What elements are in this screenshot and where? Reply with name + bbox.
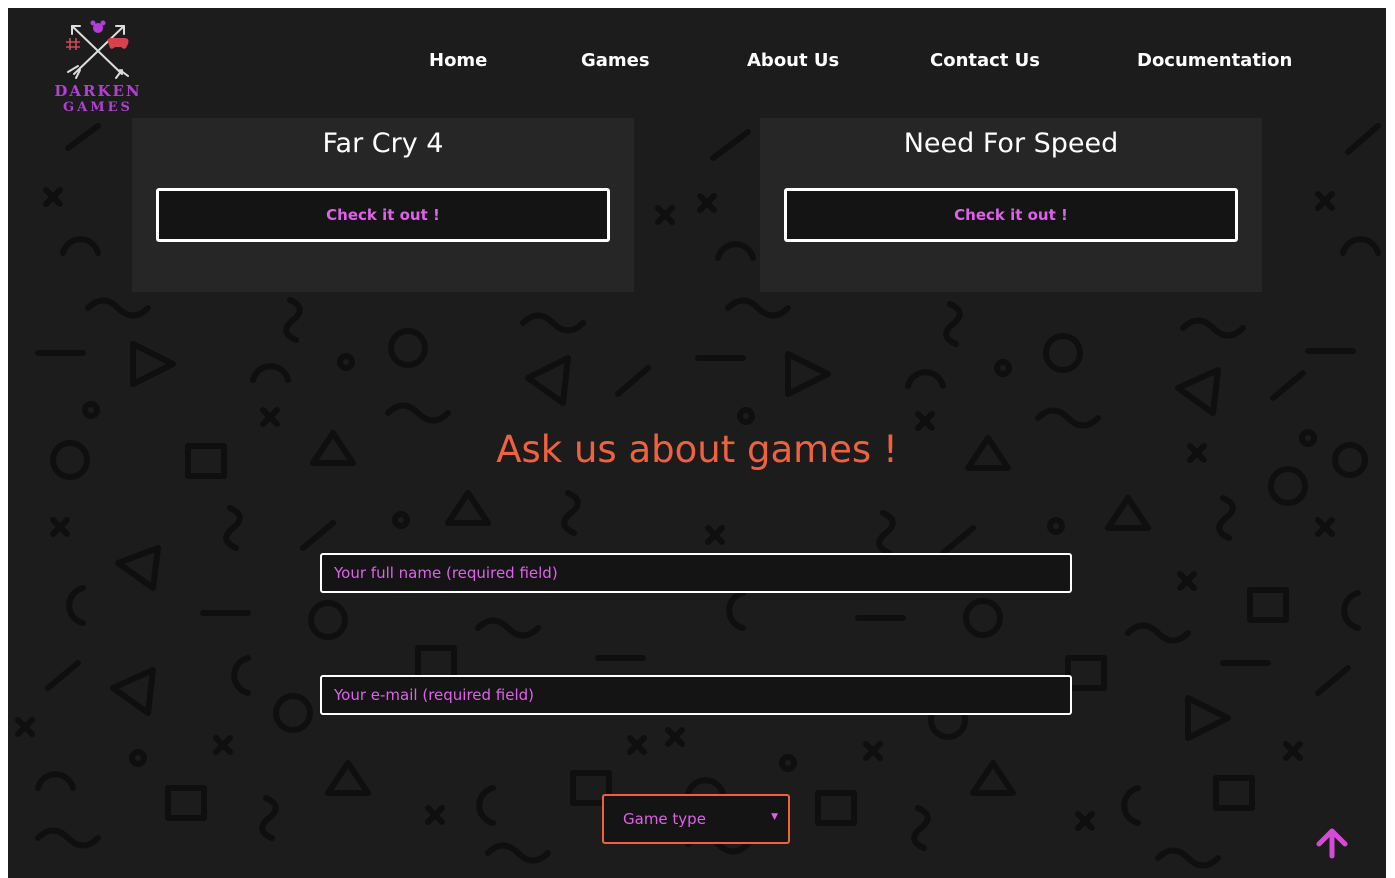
- brand-logo[interactable]: DARKEN GAMES: [48, 20, 148, 115]
- check-it-out-button[interactable]: Check it out !: [156, 188, 610, 242]
- brand-name-line2: GAMES: [63, 100, 133, 115]
- nav-contact-us[interactable]: Contact Us: [930, 50, 1040, 71]
- full-name-input[interactable]: [320, 553, 1072, 593]
- caret-down-icon: ▼: [771, 812, 778, 822]
- back-to-top-button[interactable]: [1314, 826, 1350, 860]
- email-input[interactable]: [320, 675, 1072, 715]
- game-card-need-for-speed: Need For Speed Check it out !: [760, 118, 1262, 292]
- game-card-title: Need For Speed: [903, 128, 1119, 159]
- arrow-up-icon: [1316, 828, 1348, 859]
- game-type-select[interactable]: Game type ▼: [602, 794, 790, 844]
- game-type-selected-value: Game type: [623, 810, 706, 828]
- nav-about-us[interactable]: About Us: [747, 50, 839, 71]
- nav-home[interactable]: Home: [429, 50, 487, 71]
- page: DARKEN GAMES Home Games About Us Contact…: [8, 8, 1386, 878]
- crossed-arrows-gamepad-icon: [66, 20, 129, 79]
- nav-games[interactable]: Games: [581, 50, 650, 71]
- game-card-title: Far Cry 4: [322, 128, 444, 159]
- brand-name-line1: DARKEN: [54, 82, 142, 100]
- contact-section-title: Ask us about games !: [496, 428, 898, 471]
- nav-documentation[interactable]: Documentation: [1137, 50, 1292, 71]
- check-it-out-button[interactable]: Check it out !: [784, 188, 1238, 242]
- game-card-far-cry-4: Far Cry 4 Check it out !: [132, 118, 634, 292]
